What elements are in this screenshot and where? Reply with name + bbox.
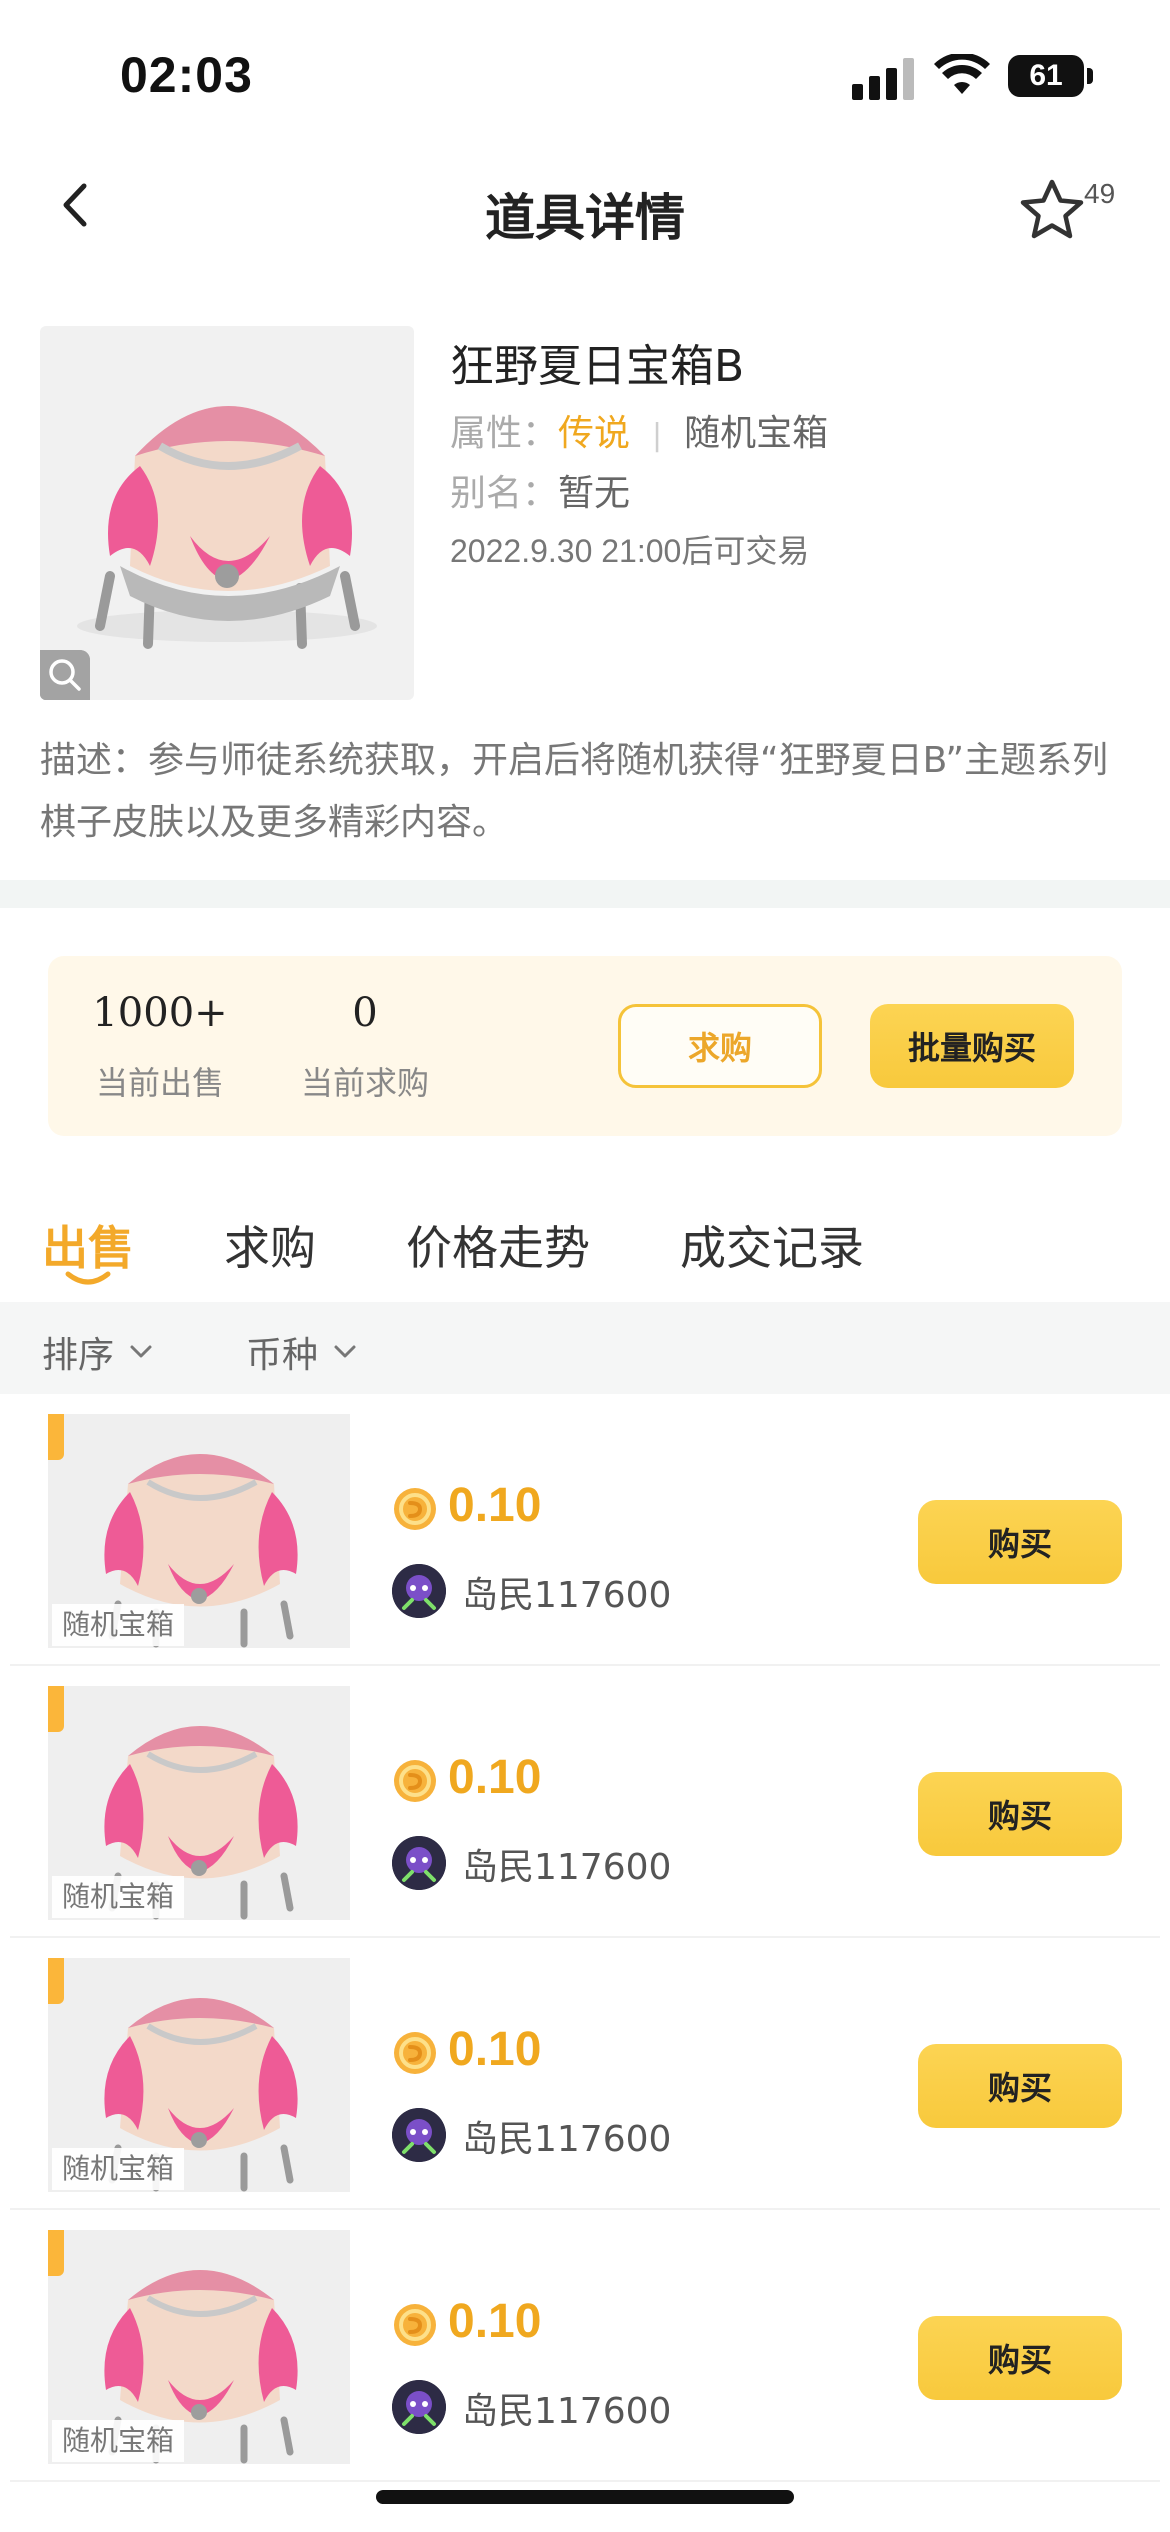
seller-avatar[interactable]: [392, 1836, 446, 1890]
tab-sell[interactable]: 出售: [42, 1212, 134, 1278]
tab-price-trend[interactable]: 价格走势: [406, 1212, 590, 1278]
listing-category-tag: 随机宝箱: [52, 1876, 185, 1918]
currency-filter[interactable]: 币种: [246, 1326, 358, 1378]
sort-label: 排序: [42, 1335, 115, 1376]
favorite-count: 49: [1084, 178, 1116, 209]
cellular-signal-icon: [852, 58, 914, 100]
wifi-icon: [934, 54, 990, 94]
rarity-corner-badge: [48, 1414, 64, 1460]
rarity-corner-badge: [48, 1686, 64, 1732]
coin-icon: [394, 2304, 436, 2346]
attribute-label: 属性：: [450, 413, 559, 454]
item-image[interactable]: [40, 326, 414, 700]
chevron-down-icon: [130, 1345, 152, 1358]
listing-category-tag: 随机宝箱: [52, 1604, 185, 1646]
home-indicator: [376, 2490, 794, 2504]
rarity-value: 传说: [558, 413, 631, 454]
coin-icon: [394, 1488, 436, 1530]
coin-icon: [394, 1760, 436, 1802]
treasure-chest-image: [77, 406, 377, 649]
alias-value: 暂无: [558, 473, 631, 514]
listing-category-tag: 随机宝箱: [52, 2148, 185, 2190]
currency-label: 币种: [246, 1335, 319, 1376]
wanted-count: 0: [352, 990, 378, 1036]
wish-buy-button[interactable]: 求购: [618, 1004, 822, 1088]
listing-row[interactable]: 随机宝箱 0.10 岛民117600 购买: [0, 1938, 1170, 2210]
buy-button[interactable]: 购买: [918, 1500, 1122, 1584]
star-outline-icon[interactable]: [1016, 176, 1088, 246]
seller-avatar[interactable]: [392, 2380, 446, 2434]
seller-name[interactable]: 岛民117600: [462, 2382, 671, 2434]
seller-avatar[interactable]: [392, 1564, 446, 1618]
battery-icon: 61: [1008, 55, 1084, 97]
tab-active-indicator: [65, 1271, 111, 1285]
page-title: 道具详情: [485, 189, 685, 247]
zoom-icon[interactable]: [40, 650, 90, 700]
buy-button[interactable]: 购买: [918, 2316, 1122, 2400]
listing-row[interactable]: 随机宝箱 0.10 岛民117600 购买: [0, 1666, 1170, 1938]
wanted-label: 当前求购: [300, 1064, 429, 1102]
battery-tip: [1087, 68, 1093, 84]
item-name: 狂野夏日宝箱B: [450, 341, 745, 392]
rarity-corner-badge: [48, 2230, 64, 2276]
on-sale-label: 当前出售: [95, 1064, 224, 1102]
status-time: 02:03: [120, 47, 253, 103]
listing-price: 0.10: [448, 2023, 542, 2076]
back-arrow-icon[interactable]: [56, 180, 96, 230]
bulk-buy-button[interactable]: 批量购买: [870, 1004, 1074, 1088]
tab-wanted[interactable]: 求购: [224, 1212, 316, 1278]
alias-row: 别名：暂无: [450, 464, 630, 516]
buy-button[interactable]: 购买: [918, 1772, 1122, 1856]
category-value: 随机宝箱: [684, 413, 829, 454]
listing-row[interactable]: 随机宝箱 0.10 岛民117600 购买: [0, 2210, 1170, 2482]
chevron-down-icon: [334, 1345, 356, 1358]
row-divider: [10, 2480, 1160, 2482]
seller-name[interactable]: 岛民117600: [462, 2110, 671, 2162]
trade-time: 2022.9.30 21:00后可交易: [450, 533, 810, 569]
listing-row[interactable]: 随机宝箱 0.10 岛民117600 购买: [0, 1394, 1170, 1666]
tab-trade-records[interactable]: 成交记录: [680, 1212, 864, 1278]
rarity-corner-badge: [48, 1958, 64, 2004]
item-description: 描述：参与师徒系统获取，开启后将随机获得“狂野夏日B”主题系列棋子皮肤以及更多精…: [40, 740, 1109, 843]
alias-label: 别名：: [450, 473, 559, 514]
sort-filter[interactable]: 排序: [42, 1326, 154, 1378]
section-divider: [0, 880, 1170, 908]
seller-avatar[interactable]: [392, 2108, 446, 2162]
seller-name[interactable]: 岛民117600: [462, 1838, 671, 1890]
filter-bar: [0, 1302, 1170, 1394]
coin-icon: [394, 2032, 436, 2074]
attribute-row: 属性：传说 | 随机宝箱: [450, 404, 828, 456]
buy-button[interactable]: 购买: [918, 2044, 1122, 2128]
listing-category-tag: 随机宝箱: [52, 2420, 185, 2462]
listing-price: 0.10: [448, 1751, 542, 1804]
listing-price: 0.10: [448, 2295, 542, 2348]
attribute-separator: |: [652, 418, 663, 453]
seller-name[interactable]: 岛民117600: [462, 1566, 671, 1618]
listing-price: 0.10: [448, 1479, 542, 1532]
on-sale-count: 1000+: [92, 990, 228, 1036]
